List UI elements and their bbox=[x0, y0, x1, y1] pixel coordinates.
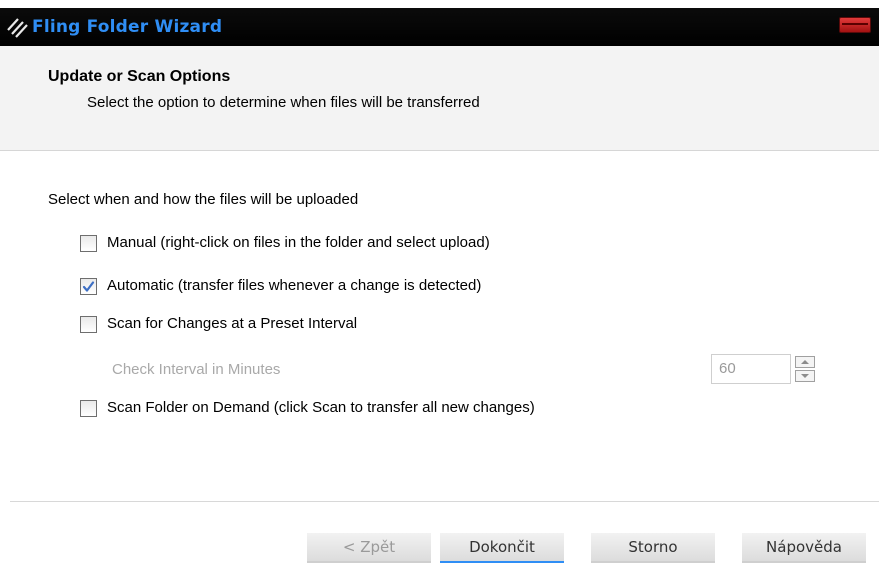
arrow-up-icon bbox=[801, 360, 809, 364]
top-strip bbox=[0, 0, 879, 8]
fling-logo-icon bbox=[7, 18, 28, 38]
scan-on-demand-checkbox[interactable] bbox=[80, 400, 97, 417]
scan-interval-checkbox[interactable] bbox=[80, 316, 97, 333]
automatic-label[interactable]: Automatic (transfer files whenever a cha… bbox=[107, 277, 481, 294]
wizard-header: Update or Scan Options Select the option… bbox=[0, 46, 879, 151]
finish-button[interactable]: Dokončit bbox=[440, 533, 564, 563]
arrow-down-icon bbox=[801, 374, 809, 378]
spin-up-button[interactable] bbox=[795, 356, 815, 368]
page-subtitle: Select the option to determine when file… bbox=[87, 94, 480, 111]
help-button[interactable]: Nápověda bbox=[742, 533, 866, 563]
scan-interval-label[interactable]: Scan for Changes at a Preset Interval bbox=[107, 315, 357, 332]
footer-divider bbox=[10, 501, 879, 502]
section-label: Select when and how the files will be up… bbox=[48, 191, 359, 208]
interval-label: Check Interval in Minutes bbox=[112, 361, 281, 378]
manual-checkbox[interactable] bbox=[80, 235, 97, 252]
window-title: Fling Folder Wizard bbox=[32, 17, 223, 37]
close-button[interactable] bbox=[839, 17, 871, 33]
back-button[interactable]: < Zpět bbox=[307, 533, 431, 563]
interval-spinner[interactable] bbox=[795, 356, 815, 382]
scan-on-demand-label[interactable]: Scan Folder on Demand (click Scan to tra… bbox=[107, 399, 535, 416]
title-bar[interactable]: Fling Folder Wizard bbox=[0, 8, 879, 46]
interval-input[interactable]: 60 bbox=[711, 354, 791, 384]
checkmark-icon bbox=[82, 281, 95, 292]
automatic-checkbox[interactable] bbox=[80, 278, 97, 295]
manual-label[interactable]: Manual (right-click on files in the fold… bbox=[107, 234, 490, 251]
page-title: Update or Scan Options bbox=[48, 68, 231, 85]
cancel-button[interactable]: Storno bbox=[591, 533, 715, 563]
spin-down-button[interactable] bbox=[795, 370, 815, 382]
